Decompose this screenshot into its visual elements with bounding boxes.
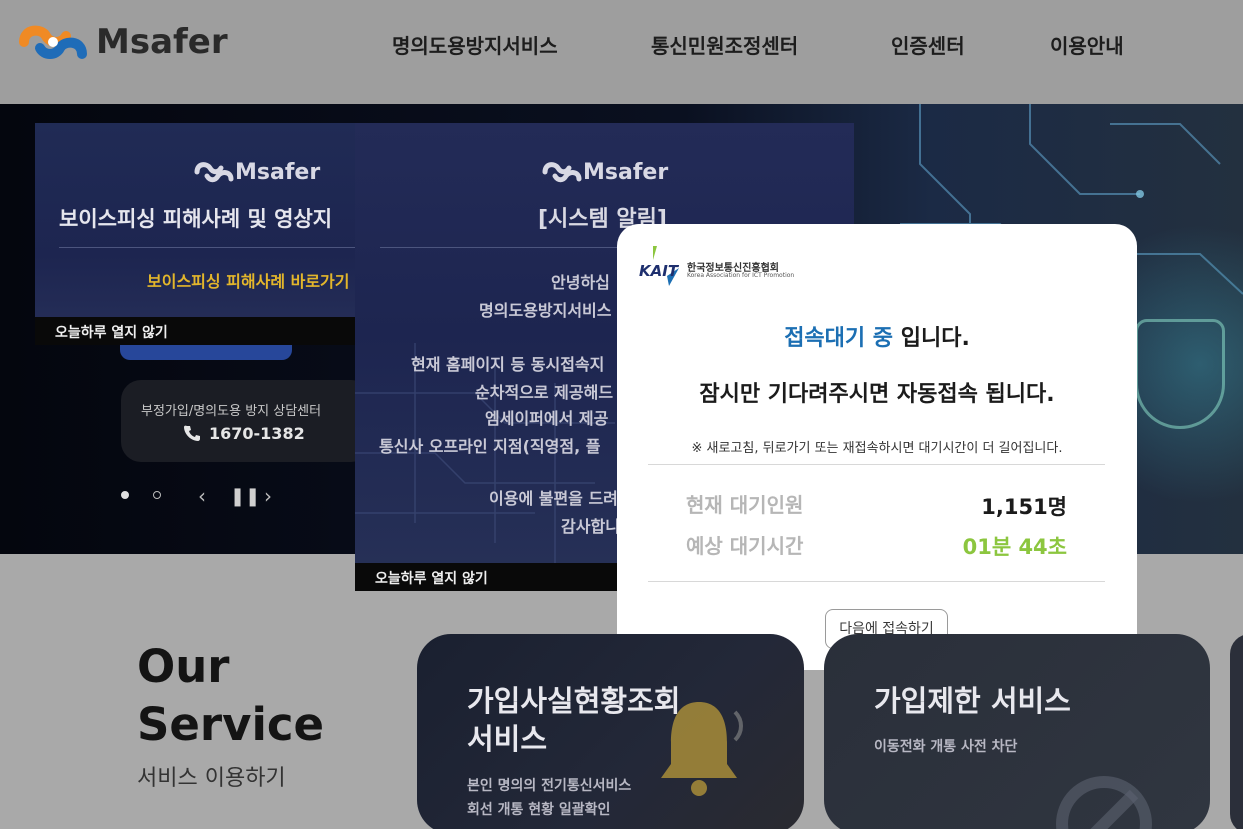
auto-connect-message: 잠시만 기다려주시면 자동접속 됩니다. bbox=[699, 382, 1055, 407]
notice-line: 현재 홈페이지 등 동시접속지 bbox=[411, 355, 605, 374]
card-desc: 회선 개통 현황 일괄확인 bbox=[467, 802, 611, 818]
notice-line: 엠세이퍼에서 제공 bbox=[485, 409, 609, 428]
notice-line: 통신사 오프라인 지점(직영점, 플 bbox=[379, 437, 601, 456]
shield-lock-icon bbox=[1135, 319, 1225, 429]
kait-abbr: KAIT bbox=[639, 262, 679, 280]
msafer-logo-icon bbox=[194, 162, 234, 183]
next-arrow-icon[interactable]: › bbox=[264, 484, 272, 508]
popup-title: 보이스피싱 피해사례 및 영상지 bbox=[59, 207, 333, 231]
divider bbox=[648, 581, 1105, 582]
counsel-label: 부정가입/명의도용 방지 상담센터 bbox=[141, 404, 322, 419]
notice-line: 감사합니 bbox=[561, 517, 620, 536]
popup-logo-text: Msafer bbox=[235, 159, 321, 185]
card-desc: 본인 명의의 전기통신서비스 bbox=[467, 778, 632, 794]
hero-cta-button[interactable] bbox=[120, 345, 292, 360]
popup-logo: Msafer bbox=[193, 157, 320, 187]
notice-line: 명의도용방지서비스 bbox=[479, 301, 612, 320]
card-title: 가입사실현황조회 서비스 bbox=[467, 682, 680, 758]
pause-icon[interactable]: ❚❚ bbox=[230, 486, 260, 507]
voice-phishing-link[interactable]: 보이스피싱 피해사례 바로가기 bbox=[147, 268, 350, 292]
counsel-center-box: 부정가입/명의도용 방지 상담센터 1670-1382 bbox=[121, 380, 371, 462]
slide-dot-active[interactable] bbox=[121, 491, 129, 499]
service-card-subscription-check[interactable]: 가입사실현황조회 서비스 본인 명의의 전기통신서비스 회선 개통 현황 일괄확… bbox=[417, 634, 804, 829]
queue-status-rest: 입니다. bbox=[893, 326, 970, 351]
msafer-logo-icon bbox=[542, 162, 582, 183]
nav-guide[interactable]: 이용안내 bbox=[1050, 30, 1124, 59]
card-title-line2: 서비스 bbox=[467, 722, 548, 756]
waiting-count-label: 현재 대기인원 bbox=[686, 493, 804, 517]
notice-line: 순차적으로 제공해드 bbox=[475, 383, 614, 402]
slide-dot[interactable] bbox=[153, 491, 161, 499]
card-title-line1: 가입사실현황조회 bbox=[467, 684, 681, 718]
phone-icon bbox=[184, 425, 200, 441]
popup-logo: Msafer bbox=[541, 157, 668, 187]
waiting-count-value: 1,151명 bbox=[981, 495, 1067, 519]
popup-voice-phishing: Msafer 보이스피싱 피해사례 및 영상지 보이스피싱 피해사례 바로가기 … bbox=[35, 123, 365, 345]
queue-status-accent: 접속대기 중 bbox=[784, 326, 894, 351]
nav-identity-protection[interactable]: 명의도용방지서비스 bbox=[392, 30, 558, 59]
wait-time-value: 01분 44초 bbox=[962, 535, 1067, 559]
site-header: Msafer 명의도용방지서비스 통신민원조정센터 인증센터 이용안내 bbox=[0, 0, 1243, 104]
refresh-warning: ※ 새로고침, 뒤로가기 또는 재접속하시면 대기시간이 더 길어집니다. bbox=[691, 441, 1063, 456]
service-card-next[interactable] bbox=[1230, 634, 1243, 829]
block-icon bbox=[1056, 776, 1152, 829]
card-desc: 이동전화 개통 사전 차단 bbox=[874, 739, 1018, 755]
service-heading-line2: Service bbox=[137, 698, 325, 751]
service-subtitle: 서비스 이용하기 bbox=[137, 766, 286, 791]
notice-line: 이용에 불편을 드려 bbox=[489, 489, 618, 508]
service-card-subscription-limit[interactable]: 가입제한 서비스 이동전화 개통 사전 차단 bbox=[824, 634, 1210, 829]
prev-arrow-icon[interactable]: ‹ bbox=[198, 484, 206, 508]
nav-complaint-center[interactable]: 통신민원조정센터 bbox=[651, 30, 798, 59]
divider bbox=[648, 464, 1105, 465]
nav-auth-center[interactable]: 인증센터 bbox=[891, 30, 965, 59]
popup-logo-text: Msafer bbox=[583, 159, 669, 185]
card-title: 가입제한 서비스 bbox=[874, 684, 1071, 718]
notice-line: 안녕하십 bbox=[551, 273, 610, 292]
wait-time-label: 예상 대기시간 bbox=[686, 534, 804, 558]
kait-org-name-en: Korea Association for ICT Promotion bbox=[687, 272, 795, 279]
divider bbox=[59, 247, 365, 248]
waiting-queue-modal: KAIT 한국정보통신진흥협회 Korea Association for IC… bbox=[617, 224, 1137, 670]
close-today-button[interactable]: 오늘하루 열지 않기 bbox=[35, 317, 365, 345]
service-heading-line1: Our bbox=[137, 640, 230, 693]
main-nav: 명의도용방지서비스 통신민원조정센터 인증센터 이용안내 bbox=[0, 30, 1243, 62]
queue-status: 접속대기 중 입니다. bbox=[617, 320, 1137, 352]
kait-logo: KAIT 한국정보통신진흥협회 Korea Association for IC… bbox=[639, 246, 809, 288]
counsel-phone: 1670-1382 bbox=[209, 424, 305, 443]
service-heading: Our Service bbox=[137, 638, 324, 754]
